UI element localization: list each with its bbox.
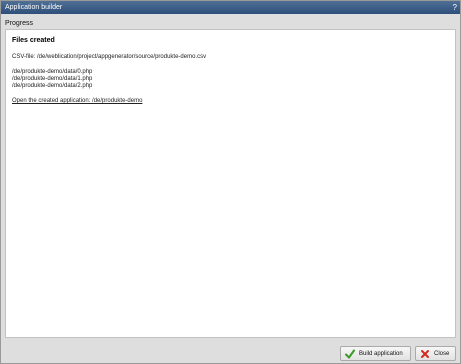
close-label: Close <box>434 350 450 357</box>
progress-label: Progress <box>5 20 34 27</box>
build-application-label: Build application <box>359 350 403 357</box>
application-builder-window: Application builder ? Progress Files cre… <box>0 0 461 364</box>
checkmark-icon <box>345 349 355 358</box>
files-created-heading: Files created <box>12 37 55 44</box>
file-list-item: /de/produkte-demo/data/0.php <box>12 69 93 75</box>
window-title: Application builder <box>5 4 63 11</box>
csv-file-line: CSV-file: /de/weblication/project/appgen… <box>12 54 207 60</box>
title-bar: Application builder ? <box>1 1 460 14</box>
progress-panel: Files created CSV-file: /de/weblication/… <box>5 29 456 338</box>
dialog-footer: Build application Close <box>1 341 460 363</box>
help-icon[interactable]: ? <box>453 1 457 14</box>
build-application-button[interactable]: Build application <box>340 346 411 361</box>
close-x-icon <box>421 349 429 358</box>
file-list-item: /de/produkte-demo/data/1.php <box>12 76 93 82</box>
close-button[interactable]: Close <box>415 346 456 361</box>
file-list-item: /de/produkte-demo/data/2.php <box>12 83 93 89</box>
open-application-link[interactable]: Open the created application: /de/produk… <box>12 98 142 104</box>
